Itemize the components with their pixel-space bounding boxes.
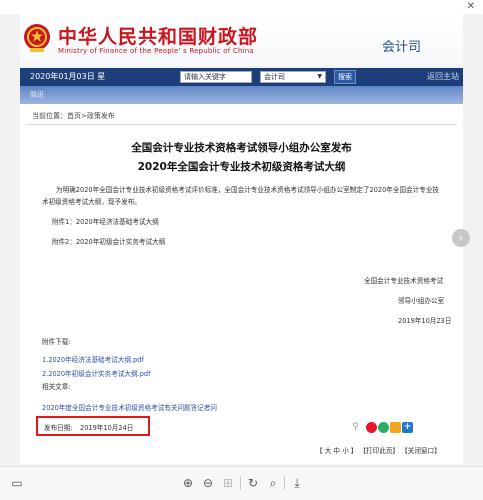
zoom-in-icon[interactable]: ⊕ [181, 476, 195, 490]
publish-date-label: 发布日期: [44, 424, 73, 432]
link-icon[interactable]: ⚲ [350, 422, 361, 433]
close-window-link[interactable]: 【关闭窗口】 [401, 447, 441, 455]
home-link[interactable]: 返回主站 [427, 71, 459, 82]
publish-date-value: 2019年10月24日 [80, 424, 134, 432]
article-body: 为明确2020年全国会计专业技术初级资格考试评价标准，全国会计专业技术资格考试领… [42, 186, 440, 206]
search-input[interactable]: 请输入关键字 [180, 71, 252, 83]
download-link-1[interactable]: 1.2020年经济法基础考试大纲.pdf [42, 354, 144, 364]
department-name: 会计司 [382, 40, 422, 55]
article-title-line1: 全国会计专业技术资格考试领导小组办公室发布 [131, 142, 352, 154]
chevron-down-icon: ▼ [317, 73, 322, 80]
next-page-button[interactable]: › [452, 229, 470, 247]
wechat-icon[interactable] [378, 422, 389, 433]
publish-date-highlight: 发布日期: 2019年10月24日 [36, 416, 150, 436]
article-title-line2: 2020年全国会计专业技术初级资格考试大纲 [137, 161, 346, 173]
divider [26, 124, 457, 125]
current-date: 2020年01月03日 星 [30, 72, 106, 81]
download-link-2[interactable]: 2.2020年初级会计实务考试大纲.pdf [42, 368, 150, 378]
search-icon[interactable]: ⌕ [266, 476, 280, 490]
section-banner: 简讯 [20, 86, 463, 104]
viewer-toolbar: ▭ ⊕ ⊖ ⊞ ↻ ⌕ ⤓ [0, 466, 483, 500]
signature-date: 2019年10月23日 [398, 317, 452, 325]
ministry-name-cn: 中华人民共和国财政部 [58, 26, 259, 48]
download-icon[interactable]: ⤓ [290, 476, 304, 490]
zoom-out-icon[interactable]: ⊖ [201, 476, 215, 490]
footer-links: 【 大 中 小 】 【打印此页】 【关闭窗口】 [316, 445, 441, 455]
weibo-icon[interactable] [366, 422, 377, 433]
rotate-icon[interactable]: ↻ [246, 476, 260, 490]
toolbar-separator [284, 476, 285, 490]
related-article-link[interactable]: 2020年度全国会计专业技术初级资格考试有关问题答记者问 [42, 402, 217, 412]
site-header: 中华人民共和国财政部 Ministry of Finance of the Pe… [20, 14, 463, 66]
font-size-links[interactable]: 【 大 中 小 】 [316, 447, 357, 455]
close-icon[interactable]: ✕ [467, 2, 475, 12]
breadcrumb-prefix: 当前位置： [32, 112, 67, 120]
breadcrumb: 当前位置：首页>政策发布 [32, 111, 115, 121]
attachment-1: 附件1：2020年经济法基础考试大纲 [52, 218, 159, 226]
attachment-2: 附件2：2020年初级会计实务考试大纲 [52, 238, 166, 246]
signature-line2: 领导小组办公室 [398, 297, 445, 305]
search-scope-select[interactable]: 会计司 ▼ [260, 71, 326, 83]
signature-line1: 全国会计专业技术资格考试 [364, 277, 444, 285]
more-share-icon[interactable]: + [402, 422, 413, 433]
ministry-name-en: Ministry of Finance of the People' s Rep… [58, 47, 254, 55]
downloads-heading: 附件下载: [42, 338, 71, 346]
chevron-right-icon: › [458, 231, 464, 244]
qzone-icon[interactable] [390, 422, 401, 433]
nav-bar: 2020年01月03日 星 请输入关键字 会计司 ▼ 搜索 返回主站 [20, 68, 463, 86]
banner-label: 简讯 [30, 91, 44, 99]
toolbar-separator [240, 476, 241, 490]
related-heading: 相关文章: [42, 383, 71, 391]
national-emblem-icon [24, 24, 50, 52]
print-link[interactable]: 【打印此页】 [359, 447, 399, 455]
breadcrumb-policy[interactable]: 政策发布 [87, 112, 115, 120]
breadcrumb-home[interactable]: 首页 [67, 112, 81, 120]
search-button[interactable]: 搜索 [334, 70, 356, 84]
search-scope-value: 会计司 [264, 73, 285, 81]
fit-page-icon[interactable]: ⊞ [221, 476, 235, 490]
article-content: 当前位置：首页>政策发布 全国会计专业技术资格考试领导小组办公室发布 2020年… [20, 104, 463, 464]
window-top-bar: ✕ [0, 0, 483, 14]
sidebar-icon[interactable]: ▭ [10, 476, 24, 490]
